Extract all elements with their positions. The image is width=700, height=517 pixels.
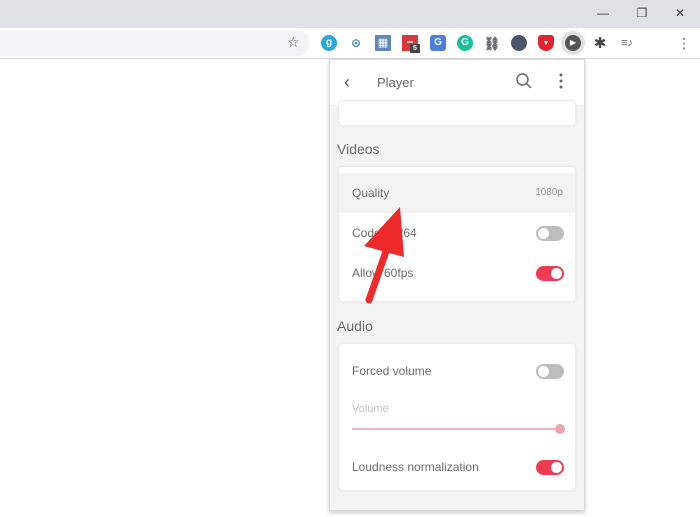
shield-icon[interactable]: ▼: [538, 35, 554, 51]
puzzle-icon[interactable]: ✱: [592, 35, 608, 51]
codec-row: Codec h264: [339, 213, 575, 253]
volume-slider-thumb[interactable]: [555, 424, 565, 434]
extension-red-dots-icon[interactable]: ••• 5: [402, 35, 420, 53]
forced-volume-row: Forced volume: [339, 351, 575, 391]
toggle-knob: [551, 268, 562, 279]
popup-header: ‹ Player: [330, 60, 584, 105]
back-icon[interactable]: ‹: [344, 72, 350, 93]
tab-strip: — ❐ ✕: [0, 0, 700, 28]
quality-value: 1080p: [535, 187, 563, 198]
fps-toggle[interactable]: [536, 266, 564, 281]
close-button[interactable]: ✕: [665, 4, 695, 22]
queue-music-icon[interactable]: ≡♪: [619, 35, 635, 51]
browser-toolbar: ☆ g ⊙ ▦ ••• 5 G G ⛓ ▼ ▶ ✱ ≡♪ ⋮: [0, 28, 700, 59]
extension-badge: 5: [410, 44, 420, 53]
translate-icon[interactable]: G: [430, 35, 446, 51]
restore-button[interactable]: ❐: [627, 4, 657, 22]
player-extension-icon[interactable]: ▶: [565, 35, 581, 51]
search-icon[interactable]: [515, 72, 533, 95]
codec-label: Codec h264: [352, 226, 417, 240]
audio-section-title: Audio: [337, 318, 373, 334]
quality-row[interactable]: Quality 1080p: [339, 173, 575, 213]
toggle-knob: [538, 228, 549, 239]
forced-volume-toggle[interactable]: [536, 364, 564, 379]
videos-card: Quality 1080p Codec h264 Allow 60fps: [338, 166, 576, 302]
link-icon[interactable]: ⛓: [484, 35, 501, 51]
extension-screenshot-icon[interactable]: ▦: [375, 35, 391, 51]
browser-menu-icon[interactable]: ⋮: [677, 36, 691, 50]
fps-row: Allow 60fps: [339, 253, 575, 293]
toggle-knob: [538, 366, 549, 377]
extension-dark-circle-icon[interactable]: [511, 35, 527, 51]
forced-volume-label: Forced volume: [352, 364, 432, 378]
grammarly-icon[interactable]: G: [457, 35, 473, 51]
popup-title: Player: [377, 75, 414, 90]
volume-slider-track[interactable]: [352, 428, 560, 430]
loudness-toggle[interactable]: [536, 460, 564, 475]
previous-section-card: [338, 100, 576, 126]
more-options-icon[interactable]: [558, 72, 564, 90]
star-icon[interactable]: ☆: [287, 35, 300, 49]
extension-g-icon[interactable]: g: [321, 35, 337, 51]
address-bar[interactable]: [0, 31, 310, 56]
extension-user-card-icon[interactable]: ⊙: [348, 35, 364, 51]
loudness-row: Loudness normalization: [339, 447, 575, 487]
minimize-button[interactable]: —: [588, 4, 618, 22]
toggle-knob: [551, 462, 562, 473]
volume-label: Volume: [352, 403, 389, 415]
extension-popup: ‹ Player Videos Quality 1080p Codec h264…: [329, 59, 585, 511]
videos-section-title: Videos: [337, 141, 380, 157]
codec-toggle[interactable]: [536, 226, 564, 241]
fps-label: Allow 60fps: [352, 266, 414, 280]
quality-label: Quality: [352, 186, 390, 200]
audio-card: Forced volume Volume Loudness normalizat…: [338, 343, 576, 491]
loudness-label: Loudness normalization: [352, 460, 479, 474]
